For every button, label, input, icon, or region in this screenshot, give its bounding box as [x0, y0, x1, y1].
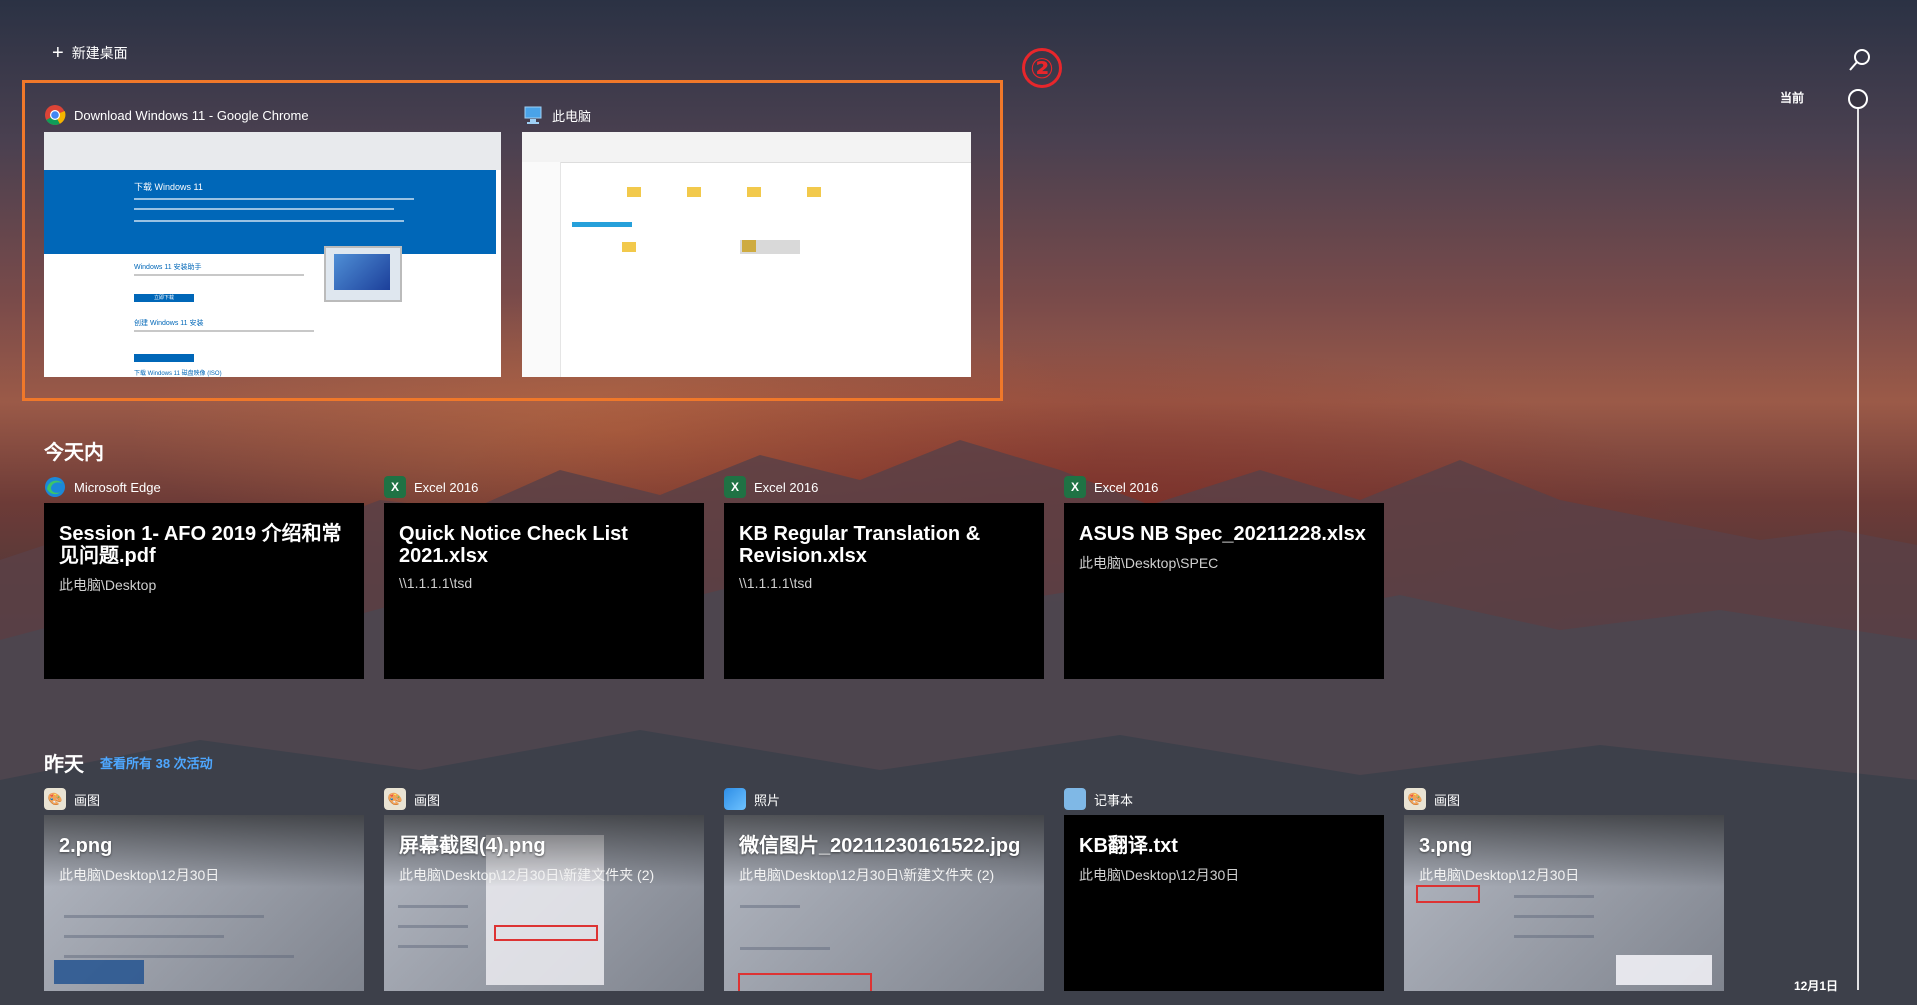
card-path: 此电脑\Desktop\12月30日\新建文件夹 (2): [399, 867, 655, 883]
activity-card[interactable]: KB Regular Translation & Revision.xlsx \…: [724, 503, 1044, 679]
card-app-name: 照片: [754, 792, 781, 808]
photos-icon: [724, 788, 746, 810]
download-button-preview: 立即下载: [134, 294, 194, 302]
window-thumbnail-this-pc[interactable]: [522, 132, 971, 377]
card-title: KB翻译.txt: [1079, 835, 1178, 857]
iso-heading: 下载 Windows 11 磁盘映像 (ISO): [134, 371, 222, 377]
timeline-current-label: 当前: [1780, 91, 1805, 105]
plus-icon: +: [52, 42, 64, 64]
card-title: ASUS NB Spec_20211228.xlsx: [1079, 523, 1366, 545]
activity-card[interactable]: 微信图片_20211230161522.jpg 此电脑\Desktop\12月3…: [724, 815, 1044, 991]
activity-card[interactable]: 3.png 此电脑\Desktop\12月30日: [1404, 815, 1724, 991]
excel-icon: X: [1064, 476, 1086, 498]
card-app-label: 🎨 画图: [1404, 788, 1460, 810]
window-label-this-pc: 此电脑: [522, 104, 591, 126]
search-icon[interactable]: [1846, 46, 1874, 74]
chrome-icon: [45, 105, 66, 126]
activity-card[interactable]: 屏幕截图(4).png 此电脑\Desktop\12月30日\新建文件夹 (2): [384, 815, 704, 991]
see-all-activities-link[interactable]: 查看所有 38 次活动: [100, 753, 213, 772]
card-app-name: Microsoft Edge: [74, 479, 161, 495]
card-path: \\1.1.1.1\tsd: [399, 575, 473, 591]
card-title: 2.png: [59, 835, 113, 857]
window-label-chrome: Download Windows 11 - Google Chrome: [44, 104, 309, 126]
card-app-label: 照片: [724, 788, 780, 810]
card-title: 微信图片_20211230161522.jpg: [739, 835, 1021, 857]
card-path: 此电脑\Desktop\12月30日: [1079, 867, 1240, 883]
browser-chrome-bar: [44, 132, 501, 170]
card-app-label: X Excel 2016: [384, 476, 478, 498]
activity-card[interactable]: 2.png 此电脑\Desktop\12月30日: [44, 815, 364, 991]
card-app-label: 🎨 画图: [384, 788, 440, 810]
edge-icon: [45, 477, 65, 497]
timeline-scrubber[interactable]: [1848, 89, 1868, 109]
hero-banner: 下载 Windows 11: [44, 170, 496, 254]
card-title: 屏幕截图(4).png: [399, 835, 546, 857]
card-app-label: X Excel 2016: [724, 476, 818, 498]
section-yesterday-title: 昨天: [44, 754, 84, 776]
card-title: Session 1- AFO 2019 介绍和常见问题.pdf: [59, 523, 342, 567]
card-path: 此电脑\Desktop\SPEC: [1079, 555, 1219, 571]
new-desktop-label: 新建桌面: [71, 45, 128, 61]
laptop-illustration: [324, 246, 402, 302]
card-path: 此电脑\Desktop\12月30日: [1419, 867, 1580, 883]
window-title-chrome: Download Windows 11 - Google Chrome: [74, 107, 309, 123]
card-app-label: X Excel 2016: [1064, 476, 1158, 498]
explorer-ribbon: [522, 132, 971, 163]
card-app-name: Excel 2016: [1094, 479, 1159, 495]
activity-card[interactable]: ASUS NB Spec_20211228.xlsx 此电脑\Desktop\S…: [1064, 503, 1384, 679]
annotation-marker: ②: [1022, 48, 1062, 88]
activity-card[interactable]: Session 1- AFO 2019 介绍和常见问题.pdf 此电脑\Desk…: [44, 503, 364, 679]
window-title-this-pc: 此电脑: [552, 108, 592, 124]
new-desktop-button[interactable]: + 新建桌面: [52, 43, 128, 63]
card-path: 此电脑\Desktop: [59, 577, 157, 593]
card-app-name: 画图: [74, 792, 101, 808]
timeline-date-label: 12月1日: [1794, 979, 1839, 993]
explorer-navpane: [522, 162, 561, 377]
paint-icon: 🎨: [44, 788, 66, 810]
card-app-name: 画图: [1434, 792, 1461, 808]
card-path: \\1.1.1.1\tsd: [739, 575, 813, 591]
card-title: KB Regular Translation & Revision.xlsx: [739, 523, 981, 567]
media-heading: 创建 Windows 11 安装: [134, 320, 204, 327]
card-app-name: Excel 2016: [754, 479, 819, 495]
card-title: 3.png: [1419, 835, 1473, 857]
timeline-track[interactable]: [1857, 108, 1859, 990]
card-app-label: 🎨 画图: [44, 788, 100, 810]
card-app-name: 画图: [414, 792, 441, 808]
assistant-heading: Windows 11 安装助手: [134, 264, 202, 271]
window-thumbnail-chrome[interactable]: 下载 Windows 11 Windows 11 安装助手 立即下载 创建 Wi…: [44, 132, 501, 377]
notepad-icon: [1064, 788, 1086, 810]
hero-heading: 下载 Windows 11: [134, 182, 203, 192]
paint-icon: 🎨: [384, 788, 406, 810]
activity-card[interactable]: Quick Notice Check List 2021.xlsx \\1.1.…: [384, 503, 704, 679]
card-title: Quick Notice Check List 2021.xlsx: [399, 523, 628, 567]
card-app-label: 记事本: [1064, 788, 1133, 810]
this-pc-icon: [524, 106, 542, 124]
card-app-name: 记事本: [1094, 792, 1134, 808]
activity-card[interactable]: KB翻译.txt 此电脑\Desktop\12月30日: [1064, 815, 1384, 991]
excel-icon: X: [384, 476, 406, 498]
excel-icon: X: [724, 476, 746, 498]
card-path: 此电脑\Desktop\12月30日: [59, 867, 220, 883]
paint-icon: 🎨: [1404, 788, 1426, 810]
card-app-name: Excel 2016: [414, 479, 479, 495]
card-app-label: Microsoft Edge: [44, 476, 161, 498]
section-today-title: 今天内: [44, 442, 104, 464]
card-path: 此电脑\Desktop\12月30日\新建文件夹 (2): [739, 867, 995, 883]
